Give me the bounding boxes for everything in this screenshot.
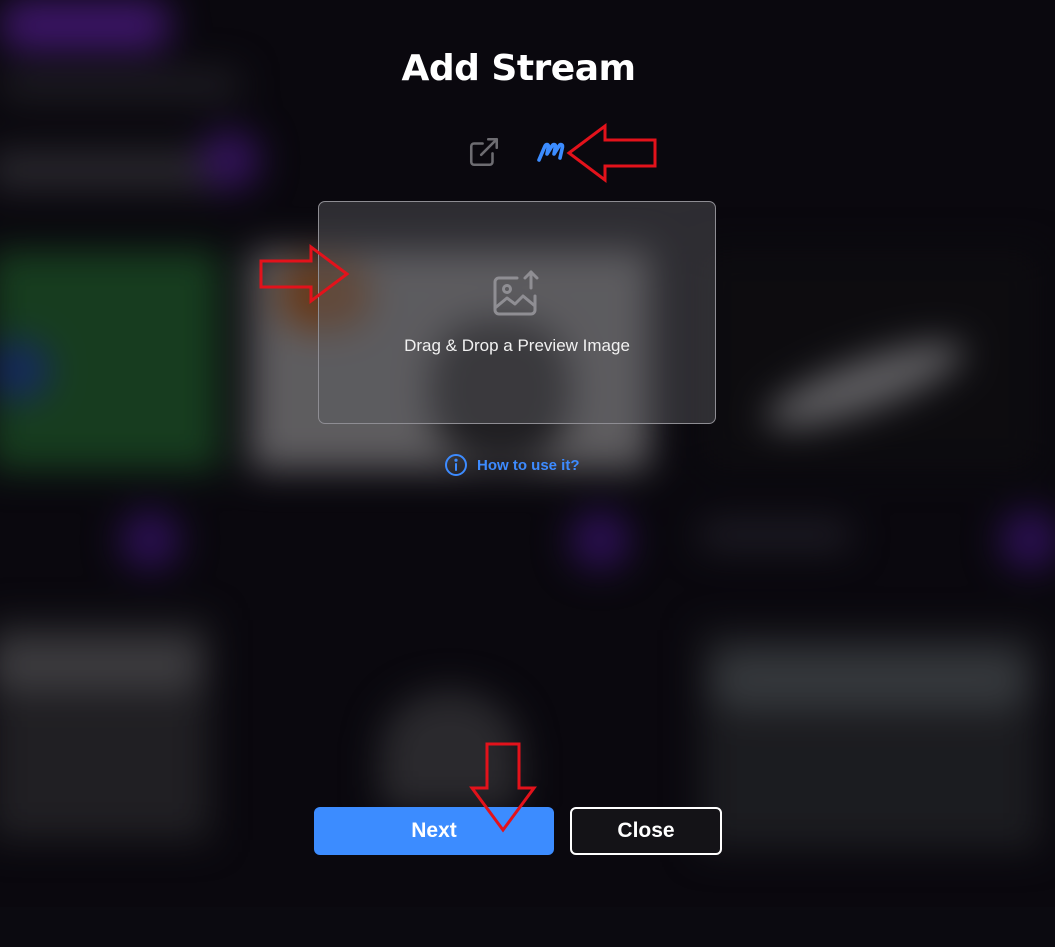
image-upload-icon [493,270,539,316]
close-button[interactable]: Close [570,807,722,855]
info-icon [445,454,467,476]
source-selector [466,134,572,170]
how-to-use-link[interactable]: How to use it? [444,453,580,477]
dropzone-label: Drag & Drop a Preview Image [404,336,630,355]
how-to-use-label: How to use it? [477,456,580,474]
external-link-source-button[interactable] [466,134,502,170]
preview-image-dropzone[interactable]: Drag & Drop a Preview Image [318,201,716,424]
m-source-button[interactable] [536,134,572,170]
external-link-icon [469,137,499,167]
modal-title: Add Stream [401,48,636,89]
next-button[interactable]: Next [314,807,554,855]
m-logo-icon [537,142,565,162]
